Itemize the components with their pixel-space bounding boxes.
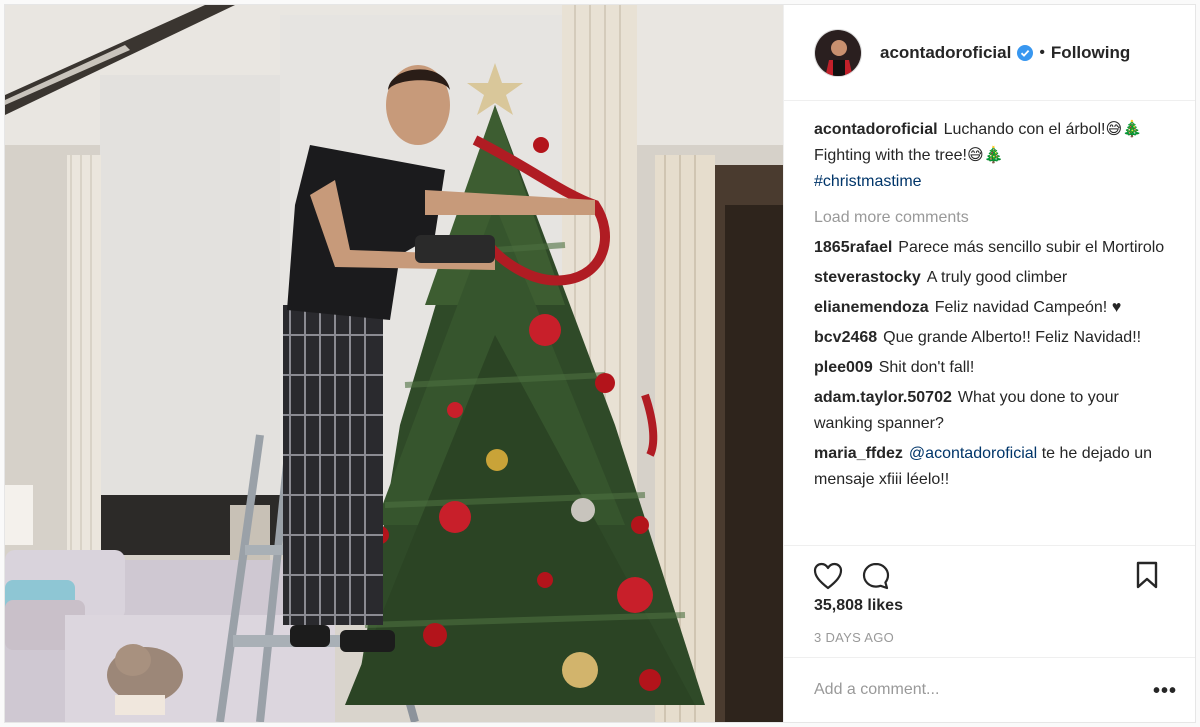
christmas-tree-photo (5, 5, 783, 722)
following-button[interactable]: Following (1051, 43, 1130, 63)
bookmark-icon[interactable] (1131, 559, 1163, 591)
comment-mention[interactable]: @acontadoroficial (909, 445, 1037, 462)
comment-item: bcv2468 Que grande Alberto!! Feliz Navida… (814, 325, 1167, 351)
comment-text: Que grande Alberto!! Feliz Navidad!! (883, 329, 1142, 346)
post-header: acontadoroficial • Following (784, 5, 1195, 101)
caption-username[interactable]: acontadoroficial (814, 121, 938, 138)
post-actions (784, 545, 1195, 605)
header-username[interactable]: acontadoroficial (880, 43, 1011, 63)
heart-icon[interactable] (812, 560, 844, 592)
comment-username[interactable]: 1865rafael (814, 239, 892, 256)
more-options-icon[interactable]: ••• (1153, 681, 1177, 701)
comment-text: Feliz navidad Campeón! ♥ (934, 299, 1122, 316)
comments-list: acontadoroficial Luchando con el árbol!😅🎄… (814, 117, 1167, 542)
comment-item: maria_ffdez @acontadoroficial te he dejad… (814, 441, 1167, 493)
comment-item: 1865rafael Parece más sencillo subir el M… (814, 235, 1167, 261)
separator-dot: • (1039, 43, 1045, 61)
comment-item: plee009 Shit don't fall! (814, 355, 1167, 381)
likes-count[interactable]: 35,808 likes (814, 597, 903, 615)
comment-text: Shit don't fall! (878, 359, 975, 376)
comment-input[interactable] (814, 681, 1134, 699)
comment-text: A truly good climber (926, 269, 1068, 286)
comment-username[interactable]: steverastocky (814, 269, 921, 286)
caption-hashtag[interactable]: #christmastime (814, 169, 1167, 195)
comment-item: elianemendoza Feliz navidad Campeón! ♥ (814, 295, 1167, 321)
avatar-image (815, 29, 861, 76)
load-more-comments-link[interactable]: Load more comments (814, 205, 1167, 231)
add-comment-bar: ••• (784, 657, 1195, 722)
comment-username[interactable]: maria_ffdez (814, 445, 903, 462)
comment-username[interactable]: adam.taylor.50702 (814, 389, 952, 406)
comment-username[interactable]: bcv2468 (814, 329, 877, 346)
comment-username[interactable]: elianemendoza (814, 299, 929, 316)
post-photo[interactable] (5, 5, 783, 722)
comment-text: Parece más sencillo subir el Mortirolo (898, 239, 1165, 256)
verified-badge-icon (1017, 44, 1034, 61)
caption: acontadoroficial Luchando con el árbol!😅🎄… (814, 117, 1167, 195)
instagram-post: acontadoroficial • Following acontadorof… (4, 4, 1196, 723)
user-avatar[interactable] (814, 28, 862, 77)
comment-item: adam.taylor.50702 What you done to your w… (814, 385, 1167, 437)
post-timestamp[interactable]: 3 DAYS AGO (814, 630, 894, 645)
comment-item: steverastocky A truly good climber (814, 265, 1167, 291)
post-sidebar: acontadoroficial • Following acontadorof… (783, 5, 1195, 722)
comment-username[interactable]: plee009 (814, 359, 873, 376)
comment-bubble-icon[interactable] (860, 560, 892, 592)
